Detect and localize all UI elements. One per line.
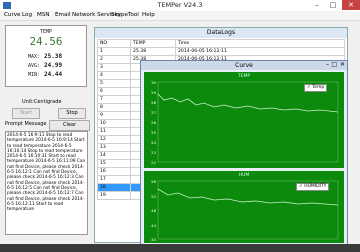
table-cell: 2 xyxy=(97,55,131,64)
y-tick-label: 23 xyxy=(151,150,156,155)
table-header: NO TEMP Time xyxy=(97,39,345,48)
curve-title: Curve xyxy=(235,62,253,69)
y-tick-label: 29 xyxy=(151,90,156,95)
taskbar xyxy=(0,244,360,252)
y-tick-label: 28 xyxy=(151,100,156,105)
humidity-legend: ✓ HUMIDITY xyxy=(296,183,330,191)
prompt-log[interactable]: 2014-6-5 16:9:11 Stop to read temperatur… xyxy=(5,131,88,235)
menu-log[interactable]: Log xyxy=(22,12,32,18)
stop-button[interactable]: Stop xyxy=(58,108,86,119)
y-tick-label: 56 xyxy=(151,179,156,184)
window-title: TEMPer V24.3 xyxy=(157,1,203,9)
curve-title-bar: Curve – □ ✕ xyxy=(141,61,347,70)
avg-value: 24.99 xyxy=(44,62,63,69)
table-cell: 4 xyxy=(97,71,131,80)
temperature-display: TEMP 24.56 MAX: 25.38 AVG: 24.99 MIN: 24… xyxy=(5,25,87,87)
table-cell: 18 xyxy=(97,183,131,192)
table-cell: 1 xyxy=(97,47,131,56)
col-no[interactable]: NO xyxy=(97,39,131,48)
curve-minimize-button[interactable]: – xyxy=(326,61,329,68)
start-button[interactable]: Start xyxy=(12,108,40,119)
min-label: MIN: xyxy=(28,72,41,78)
close-button[interactable]: ✕ xyxy=(342,0,360,10)
table-cell: 6 xyxy=(97,87,131,96)
prompt-label: Prompt Message xyxy=(5,121,47,127)
y-tick-label: 52 xyxy=(151,193,156,199)
y-tick-label: 25 xyxy=(151,130,156,135)
y-tick-label: 26 xyxy=(151,120,156,125)
y-tick-label: 24 xyxy=(151,140,156,145)
menu-skype[interactable]: Skype xyxy=(111,12,128,18)
title-bar: TEMPer V24.3 – □ ✕ xyxy=(0,0,360,11)
y-tick-label: 48 xyxy=(151,208,156,213)
table-cell: 16 xyxy=(97,167,131,176)
table-cell: 5 xyxy=(97,79,131,88)
temp-plot-frame xyxy=(157,81,339,163)
humidity-line xyxy=(157,188,339,206)
temp-legend-label: Temp xyxy=(312,85,325,90)
humidity-legend-label: HUMIDITY xyxy=(304,184,327,189)
maximize-button[interactable]: □ xyxy=(326,0,340,10)
curve-window: Curve – □ ✕ TEMP 30 29 28 27 26 25 24 23 22 ✓ Te… xyxy=(140,60,348,248)
minimize-button[interactable]: – xyxy=(310,0,324,10)
y-tick-label: 22 xyxy=(151,160,156,165)
table-cell: 11 xyxy=(97,127,131,136)
y-tick-label: 44 xyxy=(151,222,156,228)
temp-line xyxy=(157,93,339,113)
unit-label: Unit:Centigrade xyxy=(22,99,62,105)
table-cell: 14 xyxy=(97,151,131,160)
table-cell: 3 xyxy=(97,63,131,72)
temp-chart[interactable]: TEMP 30 29 28 27 26 25 24 23 22 ✓ Temp xyxy=(144,72,344,168)
table-cell: 19 xyxy=(97,191,131,200)
table-cell: 7 xyxy=(97,95,131,104)
humidity-chart-svg xyxy=(157,180,339,240)
table-cell: 17 xyxy=(97,175,131,184)
avg-label: AVG: xyxy=(28,63,41,69)
curve-maximize-button[interactable]: □ xyxy=(331,61,337,68)
table-cell: 9 xyxy=(97,111,131,120)
menu-bar: Curve Log MSN Email Network Services Sky… xyxy=(0,11,360,21)
table-cell: 8 xyxy=(97,103,131,112)
menu-help[interactable]: Help xyxy=(142,12,155,18)
min-value: 24.44 xyxy=(44,71,63,78)
y-tick-label: 27 xyxy=(151,110,156,115)
clear-information-button[interactable]: Clear information xyxy=(49,120,90,137)
menu-tool[interactable]: Tool xyxy=(128,12,139,18)
table-cell: 12 xyxy=(97,135,131,144)
table-cell: 13 xyxy=(97,143,131,152)
datalogs-title: DataLogs xyxy=(95,28,347,38)
menu-email[interactable]: Email xyxy=(55,12,71,18)
menu-msn[interactable]: MSN xyxy=(37,12,50,18)
table-row[interactable]: 1 25.38 2014-06-05 16:12:11 xyxy=(97,47,345,56)
col-time[interactable]: Time xyxy=(175,39,345,48)
temp-legend: ✓ Temp xyxy=(304,84,328,92)
table-cell: 25.38 xyxy=(130,47,176,56)
table-cell: 2014-06-05 16:12:11 xyxy=(175,47,345,56)
table-cell: 15 xyxy=(97,159,131,168)
max-value: 25.38 xyxy=(44,53,63,60)
y-tick-label: 40 xyxy=(151,237,156,242)
table-cell: 10 xyxy=(97,119,131,128)
temp-value: 24.56 xyxy=(29,35,63,48)
y-tick-label: 30 xyxy=(151,80,156,85)
curve-close-button[interactable]: ✕ xyxy=(340,61,345,68)
menu-curve[interactable]: Curve xyxy=(4,12,21,18)
humidity-chart[interactable]: HUM 56 52 48 44 40 ✓ HUMIDITY xyxy=(144,171,344,243)
col-temp[interactable]: TEMP xyxy=(130,39,176,48)
max-label: MAX: xyxy=(28,54,41,60)
